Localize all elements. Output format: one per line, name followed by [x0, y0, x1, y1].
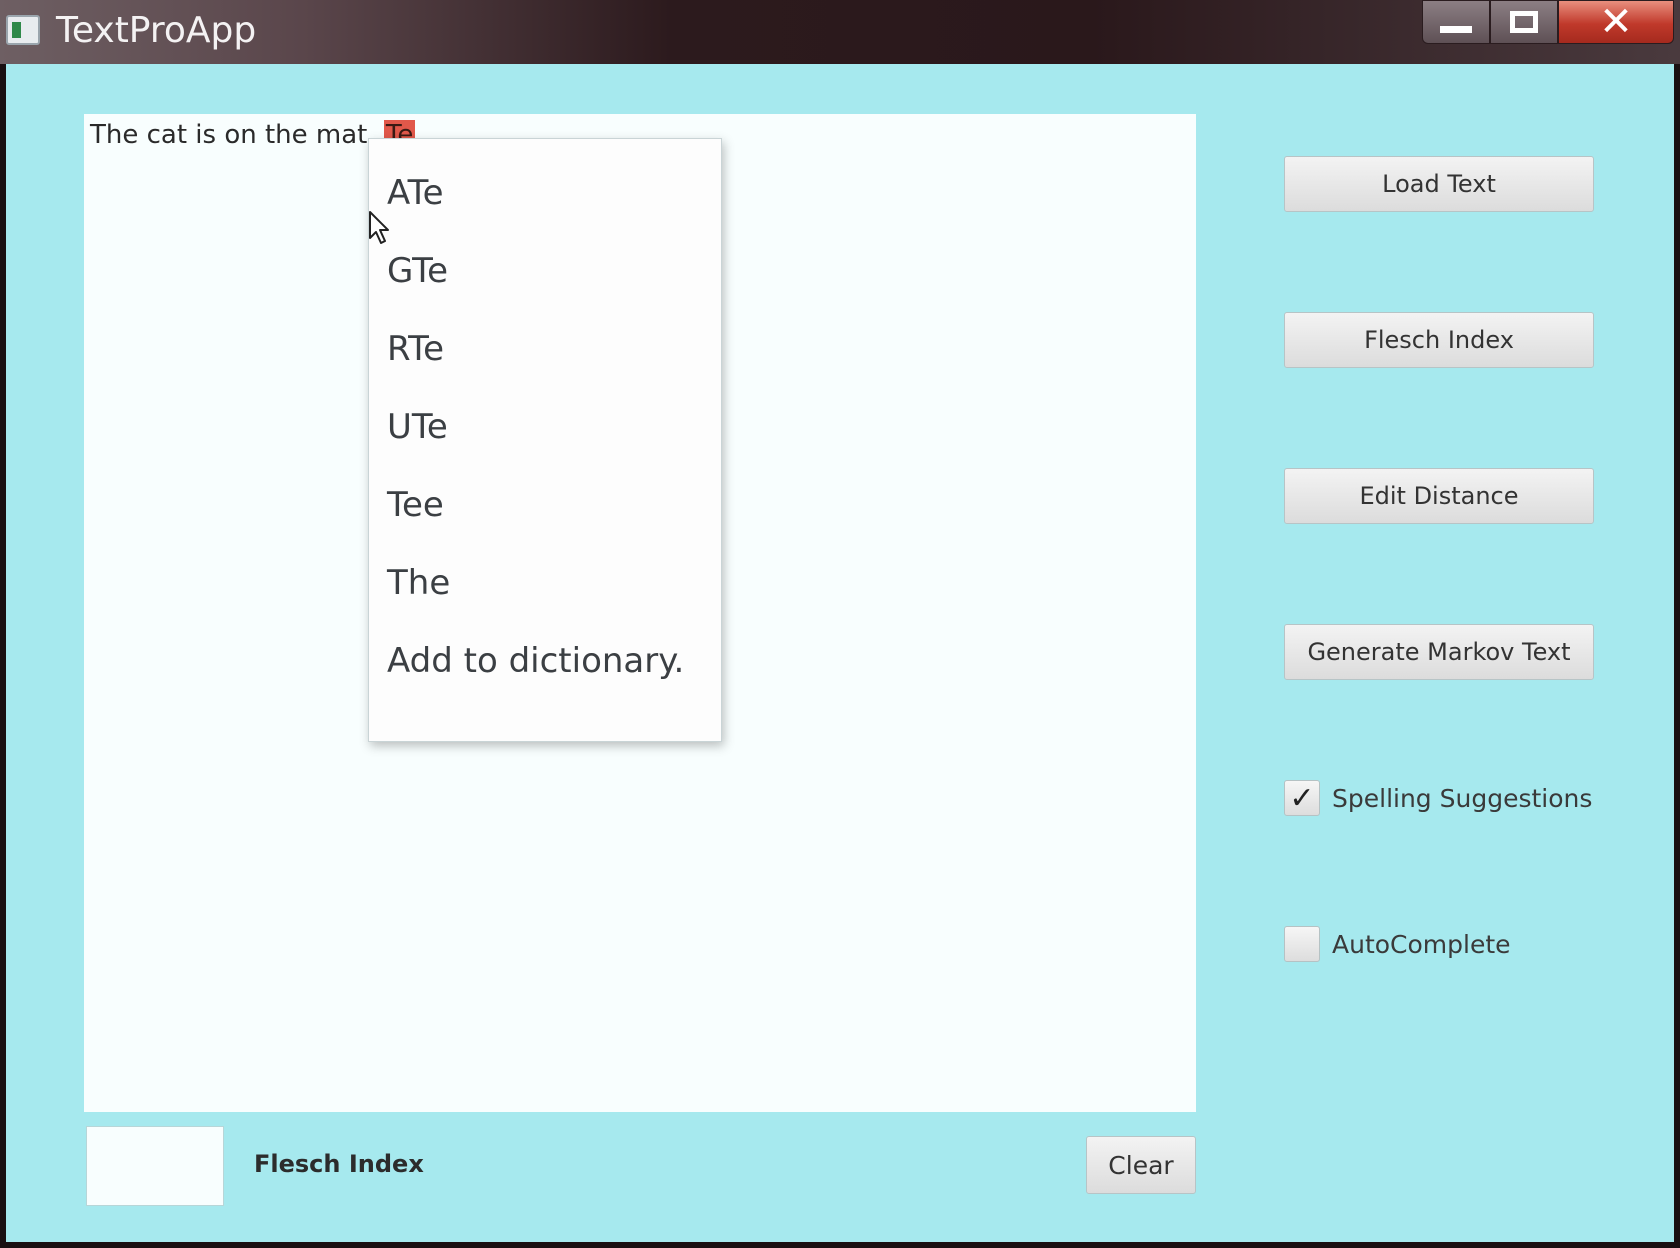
spelling-suggestions-label: Spelling Suggestions	[1332, 783, 1593, 813]
minimize-icon	[1440, 25, 1472, 33]
app-icon	[6, 15, 40, 45]
edit-distance-button[interactable]: Edit Distance	[1284, 468, 1594, 524]
title-bar[interactable]: TextProApp ✕	[0, 0, 1680, 64]
menu-item-rte[interactable]: RTe	[387, 329, 444, 369]
autocomplete-label: AutoComplete	[1332, 929, 1511, 959]
load-text-button[interactable]: Load Text	[1284, 156, 1594, 212]
spelling-suggestions-menu: ATe GTe RTe UTe Tee The Add to dictionar…	[368, 138, 722, 742]
maximize-icon	[1510, 11, 1538, 33]
maximize-button[interactable]	[1490, 0, 1558, 44]
main-content: The cat is on the mat. Te ATe GTe RTe UT…	[6, 64, 1674, 1242]
autocomplete-option[interactable]: AutoComplete	[1284, 926, 1511, 962]
menu-item-ate[interactable]: ATe	[387, 173, 444, 213]
menu-item-the[interactable]: The	[387, 563, 450, 603]
flesch-index-button[interactable]: Flesch Index	[1284, 312, 1594, 368]
spelling-suggestions-checkbox[interactable]: ✓	[1284, 780, 1320, 816]
window-controls: ✕	[1422, 0, 1674, 44]
editor-text-line: The cat is on the mat. Te	[90, 120, 416, 150]
menu-item-tee[interactable]: Tee	[387, 485, 444, 525]
autocomplete-checkbox[interactable]	[1284, 926, 1320, 962]
flesch-index-label: Flesch Index	[254, 1150, 424, 1178]
clear-button[interactable]: Clear	[1086, 1136, 1196, 1194]
window-title: TextProApp	[56, 10, 257, 51]
app-window: TextProApp ✕ The cat is on the mat. Te A…	[0, 0, 1680, 1248]
minimize-button[interactable]	[1422, 0, 1490, 44]
close-icon: ✕	[1599, 0, 1633, 45]
mouse-pointer-icon	[369, 211, 389, 244]
generate-markov-text-button[interactable]: Generate Markov Text	[1284, 624, 1594, 680]
checkmark-icon: ✓	[1289, 780, 1315, 816]
flesch-index-output	[86, 1126, 224, 1206]
spelling-suggestions-option[interactable]: ✓ Spelling Suggestions	[1284, 780, 1592, 816]
menu-item-ute[interactable]: UTe	[387, 407, 448, 447]
editor-text: The cat is on the mat.	[90, 120, 384, 150]
close-button[interactable]: ✕	[1558, 0, 1674, 44]
menu-item-add-to-dictionary[interactable]: Add to dictionary.	[387, 641, 684, 681]
menu-item-gte[interactable]: GTe	[387, 251, 448, 291]
